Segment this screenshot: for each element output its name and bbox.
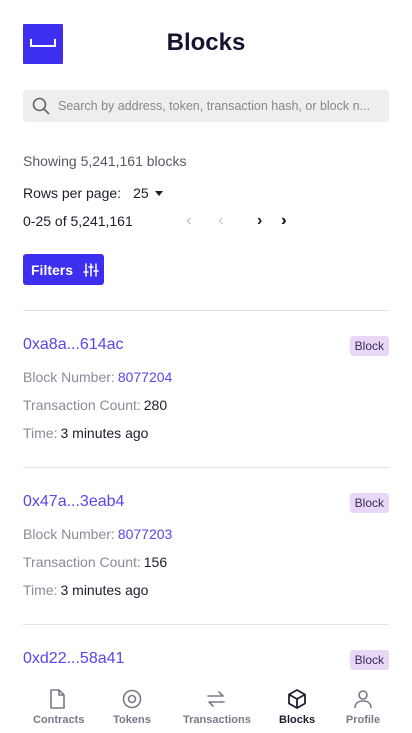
- nav-blocks[interactable]: Blocks: [279, 688, 315, 726]
- nav-transactions[interactable]: Transactions: [183, 688, 251, 726]
- filters-button[interactable]: Filters: [23, 254, 104, 285]
- nav-label: Tokens: [113, 714, 151, 726]
- header: Blocks: [23, 24, 389, 64]
- block-number-row: Block Number: 8077204: [23, 369, 172, 385]
- nav-contracts[interactable]: Contracts: [33, 688, 85, 726]
- first-page-button[interactable]: ‹‹: [186, 211, 190, 231]
- user-icon: [354, 690, 372, 709]
- search-input[interactable]: [58, 99, 378, 113]
- rows-per-page-select[interactable]: 25: [133, 185, 163, 201]
- time-row: Time: 3 minutes ago: [23, 425, 148, 441]
- token-icon: [122, 689, 142, 709]
- nav-label: Contracts: [33, 714, 85, 726]
- pagination-controls: ‹‹ ‹ › ››: [184, 211, 304, 233]
- transaction-count-value: 156: [143, 554, 168, 570]
- block-number-label: Block Number:: [23, 526, 115, 542]
- transfer-icon: [207, 691, 225, 707]
- nav-label: Transactions: [183, 714, 251, 726]
- page-title: Blocks: [166, 29, 246, 56]
- block-number-link[interactable]: 8077203: [118, 526, 173, 542]
- transaction-count-value: 280: [143, 397, 168, 413]
- time-value: 3 minutes ago: [60, 425, 149, 441]
- nav-tokens[interactable]: Tokens: [112, 688, 152, 726]
- filters-label: Filters: [31, 261, 74, 278]
- nav-profile[interactable]: Profile: [345, 688, 381, 726]
- transaction-count-row: Transaction Count: 280: [23, 397, 167, 413]
- search-bar[interactable]: [23, 90, 389, 122]
- time-value: 3 minutes ago: [60, 582, 149, 598]
- transaction-count-row: Transaction Count: 156: [23, 554, 167, 570]
- block-card: 0xa8a...614ac Block Block Number: 8077204…: [23, 336, 389, 446]
- nav-label: Blocks: [279, 714, 316, 726]
- block-card: 0xd22...58a41 Block: [23, 650, 389, 675]
- block-number-row: Block Number: 8077203: [23, 526, 172, 542]
- nav-label: Profile: [345, 714, 381, 726]
- result-count: Showing 5,241,161 blocks: [23, 153, 187, 169]
- transaction-count-label: Transaction Count:: [23, 554, 141, 570]
- block-badge: Block: [349, 493, 389, 513]
- block-card: 0x47a...3eab4 Block Block Number: 8077203…: [23, 493, 389, 603]
- divider: [23, 467, 389, 468]
- rows-per-page-value: 25: [133, 185, 149, 201]
- time-label: Time:: [23, 582, 58, 598]
- file-icon: [50, 689, 65, 709]
- next-page-button[interactable]: ›: [257, 211, 262, 231]
- block-hash-link[interactable]: 0x47a...3eab4: [23, 493, 124, 511]
- search-icon: [32, 97, 50, 115]
- bottom-nav: Contracts Tokens Transactions Blocks Pro…: [0, 680, 412, 733]
- time-row: Time: 3 minutes ago: [23, 582, 148, 598]
- prev-page-button[interactable]: ‹: [218, 211, 223, 231]
- divider: [23, 624, 389, 625]
- transaction-count-label: Transaction Count:: [23, 397, 141, 413]
- block-number-label: Block Number:: [23, 369, 115, 385]
- last-page-button[interactable]: ››: [281, 211, 285, 231]
- block-hash-link[interactable]: 0xa8a...614ac: [23, 336, 124, 354]
- block-number-link[interactable]: 8077204: [118, 369, 173, 385]
- sliders-icon: [83, 262, 99, 277]
- time-label: Time:: [23, 425, 58, 441]
- block-badge: Block: [349, 650, 389, 670]
- caret-down-icon: [154, 191, 163, 196]
- rows-per-page: Rows per page: 25: [23, 185, 163, 201]
- divider: [23, 310, 389, 311]
- rows-per-page-label: Rows per page:: [23, 185, 122, 201]
- block-badge: Block: [349, 336, 389, 356]
- pagination-range: 0-25 of 5,241,161: [23, 213, 133, 229]
- cube-icon: [288, 689, 306, 709]
- block-hash-link[interactable]: 0xd22...58a41: [23, 650, 124, 668]
